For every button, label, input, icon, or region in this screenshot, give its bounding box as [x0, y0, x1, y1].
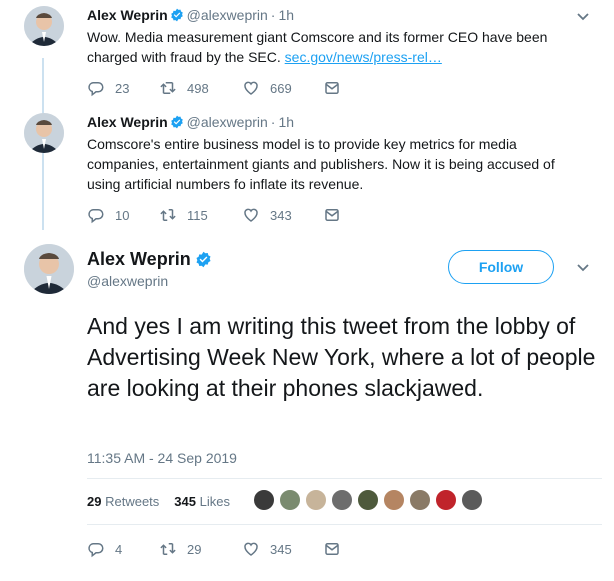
like-count: 343 — [270, 207, 292, 223]
like-button[interactable]: 343 — [242, 206, 323, 224]
retweet-button[interactable]: 498 — [159, 79, 242, 97]
tweet-link[interactable]: sec.gov/news/press-rel… — [285, 49, 442, 65]
engagement-stats: 29 Retweets 345 Likes — [87, 491, 230, 511]
reply-icon — [88, 209, 104, 224]
reply-icon — [88, 543, 104, 558]
liker-avatar[interactable] — [253, 489, 275, 511]
author-name[interactable]: Alex Weprin — [87, 7, 168, 23]
tweet-text: Wow. Media measurement giant Comscore an… — [87, 27, 567, 67]
reply-button[interactable]: 23 — [87, 79, 159, 97]
direct-message-button[interactable] — [323, 540, 341, 558]
main-author-name[interactable]: Alex Weprin — [87, 248, 212, 270]
liker-avatars — [253, 489, 487, 511]
reply-icon — [88, 82, 104, 97]
liker-avatar[interactable] — [357, 489, 379, 511]
likes-stat-count: 345 — [174, 493, 196, 509]
liker-avatar[interactable] — [409, 489, 431, 511]
liker-avatar[interactable] — [461, 489, 483, 511]
avatar[interactable] — [24, 6, 64, 46]
chevron-down-icon[interactable] — [576, 263, 590, 273]
like-icon — [244, 542, 258, 556]
separator-dot: · — [270, 7, 276, 23]
tweet-header: Alex Weprin @alexweprin · 1h — [87, 113, 294, 131]
reply-count: 23 — [115, 80, 130, 96]
reply-count: 4 — [115, 541, 123, 557]
direct-message-icon — [325, 209, 339, 221]
direct-message-button[interactable] — [323, 206, 341, 224]
verified-badge-icon — [170, 8, 183, 22]
retweet-count: 498 — [187, 80, 209, 96]
verified-badge-icon — [196, 251, 211, 268]
tweet-actions: 23 498 669 — [87, 78, 341, 98]
author-name[interactable]: Alex Weprin — [87, 114, 168, 130]
like-count: 669 — [270, 80, 292, 96]
tweet-actions: 10 115 343 — [87, 205, 341, 225]
retweet-button[interactable]: 29 — [159, 540, 242, 558]
divider — [87, 524, 602, 525]
liker-avatar[interactable] — [383, 489, 405, 511]
liker-avatar[interactable] — [435, 489, 457, 511]
like-button[interactable]: 669 — [242, 79, 323, 97]
retweets-stat-label: Retweets — [105, 493, 160, 509]
tweet-header: Alex Weprin @alexweprin · 1h — [87, 6, 294, 24]
author-handle[interactable]: @alexweprin — [187, 114, 268, 130]
likes-stat-label: Likes — [199, 493, 230, 509]
retweets-stat[interactable]: 29 Retweets — [87, 494, 159, 509]
like-icon — [244, 81, 258, 95]
retweet-icon — [160, 209, 176, 221]
retweet-count: 29 — [187, 541, 202, 557]
separator-dot: · — [270, 114, 276, 130]
tweet-text: Comscore's entire business model is to p… — [87, 136, 555, 192]
follow-button[interactable]: Follow — [448, 250, 554, 284]
reply-button[interactable]: 4 — [87, 540, 159, 558]
main-tweet-timestamp[interactable]: 11:35 AM - 24 Sep 2019 — [87, 449, 237, 467]
direct-message-button[interactable] — [323, 79, 341, 97]
reply-button[interactable]: 10 — [87, 206, 159, 224]
like-count: 345 — [270, 541, 292, 557]
main-tweet-actions: 4 29 345 — [87, 539, 341, 559]
direct-message-icon — [325, 543, 339, 555]
avatar[interactable] — [24, 113, 64, 153]
main-author-name-text: Alex Weprin — [87, 249, 191, 269]
liker-avatar[interactable] — [305, 489, 327, 511]
verified-badge-icon — [170, 115, 183, 129]
retweet-count: 115 — [187, 207, 208, 223]
liker-avatar[interactable] — [331, 489, 353, 511]
reply-count: 10 — [115, 207, 130, 223]
retweets-stat-count: 29 — [87, 493, 102, 509]
chevron-down-icon[interactable] — [576, 12, 590, 22]
main-author-handle[interactable]: @alexweprin — [87, 272, 168, 290]
retweet-button[interactable]: 115 — [159, 206, 242, 224]
retweet-icon — [160, 82, 176, 94]
likes-stat[interactable]: 345 Likes — [174, 494, 230, 509]
direct-message-icon — [325, 82, 339, 94]
main-avatar[interactable] — [24, 244, 74, 294]
tweet-time[interactable]: 1h — [278, 114, 294, 130]
retweet-icon — [160, 543, 176, 555]
main-tweet-text: And yes I am writing this tweet from the… — [87, 313, 596, 401]
like-icon — [244, 208, 258, 222]
like-button[interactable]: 345 — [242, 540, 323, 558]
divider — [87, 478, 602, 479]
author-handle[interactable]: @alexweprin — [187, 7, 268, 23]
tweet-time[interactable]: 1h — [278, 7, 294, 23]
liker-avatar[interactable] — [279, 489, 301, 511]
